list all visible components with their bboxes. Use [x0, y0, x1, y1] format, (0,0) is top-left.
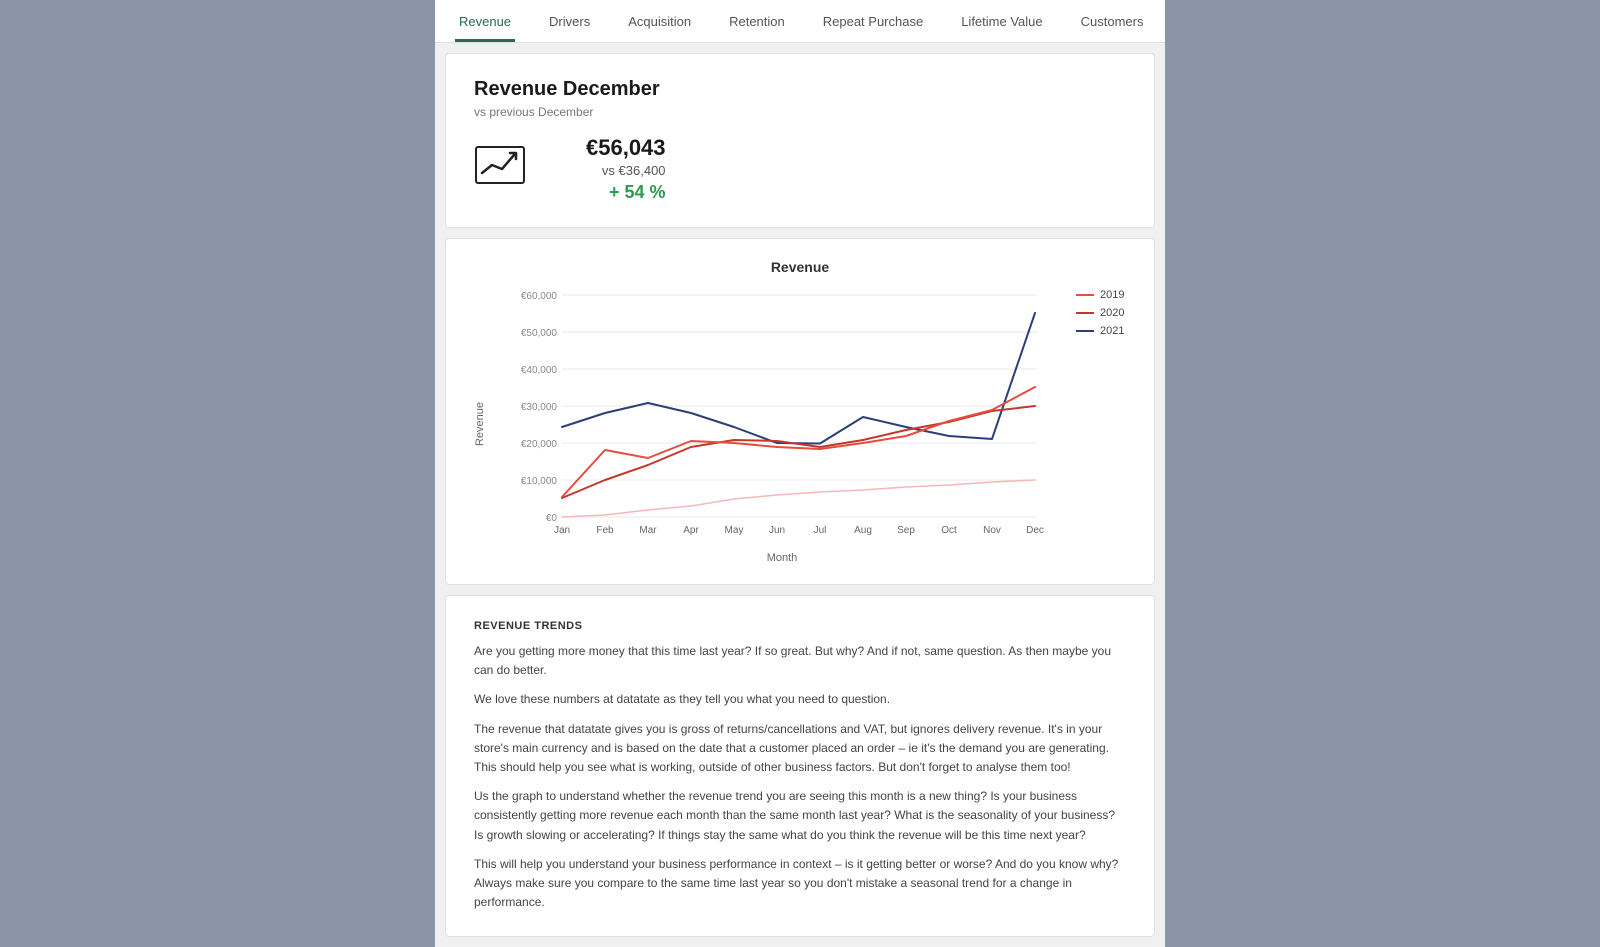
trend-paragraph-4: Us the graph to understand whether the r…	[474, 787, 1126, 845]
legend-item-2019: 2019	[1076, 289, 1126, 301]
svg-text:€20,000: €20,000	[521, 439, 558, 450]
revenue-values: €56,043 vs €36,400 + 54 %	[586, 135, 666, 203]
main-revenue-value: €56,043	[586, 135, 666, 161]
svg-text:Oct: Oct	[941, 525, 957, 536]
svg-text:Apr: Apr	[683, 525, 699, 536]
y-axis-label: Revenue	[474, 402, 486, 446]
trend-paragraph-2: We love these numbers at datatate as the…	[474, 690, 1126, 709]
section-label: REVENUE TRENDS	[474, 620, 1126, 632]
nav-item-customers[interactable]: Customers	[1077, 0, 1148, 42]
nav-item-acquisition[interactable]: Acquisition	[624, 0, 695, 42]
svg-text:Jan: Jan	[554, 525, 570, 536]
svg-text:€60,000: €60,000	[521, 291, 558, 302]
svg-text:Feb: Feb	[596, 525, 614, 536]
chart-card: Revenue Revenue €60,000 €50,000 €40,000	[445, 238, 1155, 585]
legend-line-2020	[1076, 312, 1094, 314]
svg-text:€0: €0	[546, 513, 558, 524]
trend-paragraph-3: The revenue that datatate gives you is g…	[474, 720, 1126, 778]
x-axis-label: Month	[498, 552, 1066, 564]
legend-label-2021: 2021	[1100, 325, 1124, 337]
legend-label-2020: 2020	[1100, 307, 1124, 319]
revenue-chart: €60,000 €50,000 €40,000 €30,000 €20,000 …	[498, 285, 1066, 545]
change-value: + 54 %	[586, 182, 666, 203]
svg-text:Aug: Aug	[854, 525, 872, 536]
nav-item-retention[interactable]: Retention	[725, 0, 789, 42]
nav-item-drivers[interactable]: Drivers	[545, 0, 594, 42]
content-area: Revenue December vs previous December €5…	[435, 43, 1165, 947]
legend-item-2020: 2020	[1076, 307, 1126, 319]
legend-label-2019: 2019	[1100, 289, 1124, 301]
trend-paragraph-1: Are you getting more money that this tim…	[474, 642, 1126, 680]
compare-value: vs €36,400	[586, 163, 666, 178]
chart-wrapper: €60,000 €50,000 €40,000 €30,000 €20,000 …	[498, 285, 1066, 564]
svg-text:€30,000: €30,000	[521, 402, 558, 413]
nav-item-repeat-purchase[interactable]: Repeat Purchase	[819, 0, 927, 42]
svg-text:May: May	[725, 525, 744, 536]
legend-line-2019	[1076, 294, 1094, 296]
nav-bar: Revenue Drivers Acquisition Retention Repeat…	[435, 0, 1165, 43]
subtitle: vs previous December	[474, 105, 1126, 119]
svg-text:€10,000: €10,000	[521, 476, 558, 487]
nav-item-lifetime-value[interactable]: Lifetime Value	[957, 0, 1046, 42]
svg-text:Nov: Nov	[983, 525, 1001, 536]
revenue-summary-card: Revenue December vs previous December €5…	[445, 53, 1155, 228]
svg-text:Jul: Jul	[814, 525, 827, 536]
chart-area: Revenue €60,000 €50,000 €40,000 €30,000	[474, 285, 1126, 564]
trend-icon	[474, 145, 526, 194]
chart-legend: 2019 2020 2021	[1076, 285, 1126, 337]
svg-text:€50,000: €50,000	[521, 328, 558, 339]
trend-paragraph-5: This will help you understand your busin…	[474, 855, 1126, 913]
page-title: Revenue December	[474, 78, 1126, 101]
svg-text:Sep: Sep	[897, 525, 915, 536]
svg-text:Jun: Jun	[769, 525, 785, 536]
trends-paragraphs: Are you getting more money that this tim…	[474, 642, 1126, 912]
legend-line-2021	[1076, 330, 1094, 332]
legend-item-2021: 2021	[1076, 325, 1126, 337]
svg-text:Dec: Dec	[1026, 525, 1044, 536]
main-container: Revenue Drivers Acquisition Retention Repeat…	[435, 0, 1165, 947]
nav-item-revenue[interactable]: Revenue	[455, 0, 515, 42]
revenue-trends-card: REVENUE TRENDS Are you getting more mone…	[445, 595, 1155, 937]
chart-title: Revenue	[474, 259, 1126, 275]
svg-text:Mar: Mar	[639, 525, 657, 536]
svg-text:€40,000: €40,000	[521, 365, 558, 376]
